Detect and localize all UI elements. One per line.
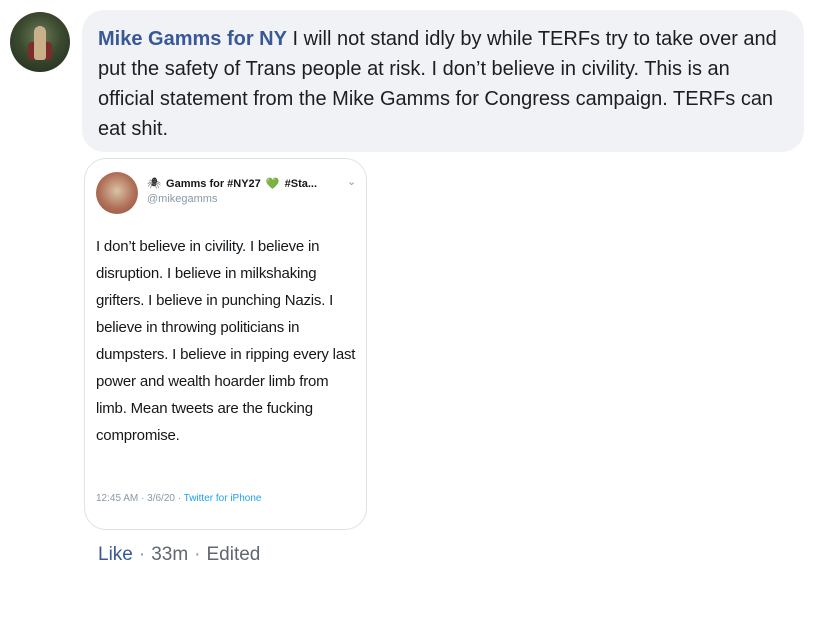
comment-time-link[interactable]: 33m	[151, 544, 188, 565]
green-heart-icon: 💚	[265, 178, 280, 190]
comment-actions: Like · 33m · Edited	[98, 544, 260, 566]
separator-dot: ·	[138, 544, 146, 565]
comment-author-link[interactable]: Mike Gamms for NY	[98, 28, 287, 50]
embedded-tweet-image[interactable]: 🕷 Gamms for #NY27 💚 #Sta... ⌄ @mikegamms…	[84, 158, 367, 530]
tweet-display-name-suffix: #Sta...	[284, 178, 318, 190]
tweet-handle: @mikegamms	[147, 193, 218, 205]
tweet-avatar	[96, 172, 138, 214]
commenter-avatar[interactable]	[10, 12, 70, 72]
tweet-meta: 12:45 AM · 3/6/20 · Twitter for iPhone	[96, 493, 261, 504]
tweet-source: Twitter for iPhone	[183, 493, 262, 504]
chevron-down-icon: ⌄	[347, 176, 357, 188]
avatar-figure	[34, 26, 46, 60]
tweet-display-name: 🕷 Gamms for #NY27 💚 #Sta...	[147, 177, 317, 190]
separator-dot: ·	[194, 544, 201, 565]
edited-link[interactable]: Edited	[206, 544, 260, 565]
like-button[interactable]: Like	[98, 544, 133, 565]
tweet-timestamp: 12:45 AM · 3/6/20 ·	[96, 493, 184, 504]
spider-icon: 🕷	[147, 178, 161, 190]
tweet-body: I don’t believe in civility. I believe i…	[96, 238, 356, 444]
comment-bubble: Mike Gamms for NY I will not stand idly …	[82, 10, 804, 152]
comment-text-block: Mike Gamms for NY I will not stand idly …	[98, 24, 786, 144]
tweet-display-name-prefix: Gamms for #NY27	[166, 178, 261, 190]
